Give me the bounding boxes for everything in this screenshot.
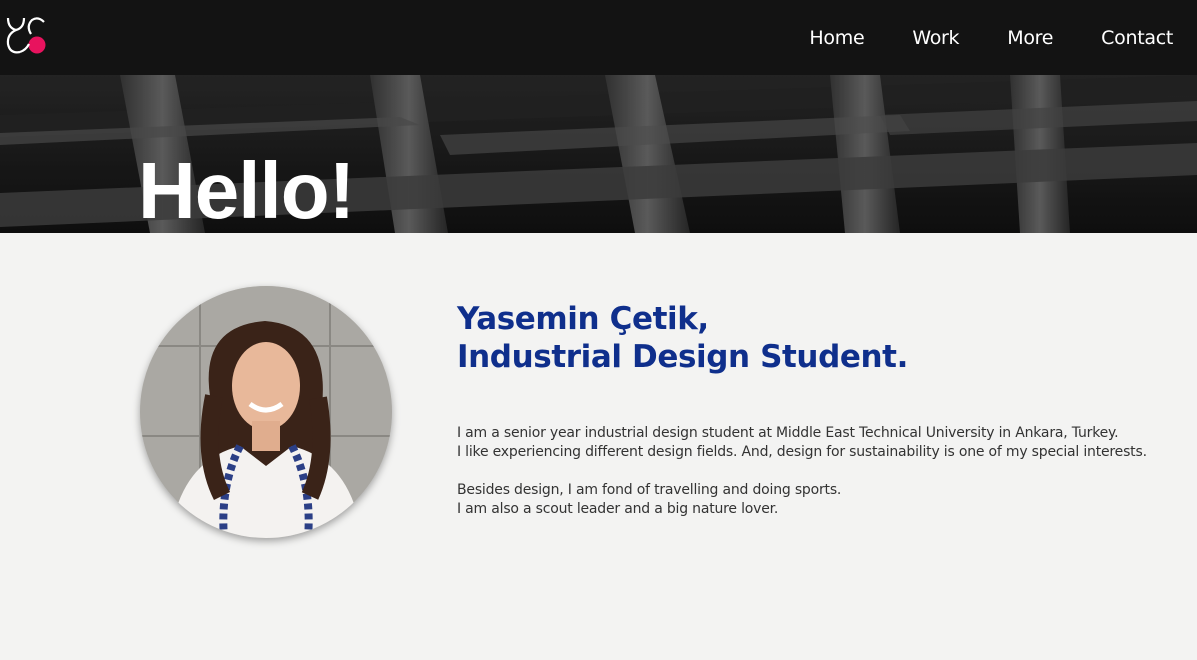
nav-link-home[interactable]: Home: [809, 27, 864, 49]
profile-heading: Yasemin Çetik, Industrial Design Student…: [457, 300, 908, 376]
main-nav: Home Work More Contact: [785, 0, 1197, 75]
yc-monogram-logo-icon[interactable]: [4, 14, 48, 58]
bio-line: I like experiencing different design fie…: [457, 444, 1147, 460]
bio-line: I am a senior year industrial design stu…: [457, 425, 1119, 441]
profile-role: Industrial Design Student.: [457, 339, 908, 375]
bio-line: Besides design, I am fond of travelling …: [457, 482, 842, 498]
profile-name: Yasemin Çetik,: [457, 301, 709, 337]
bio-paragraph-gap: [457, 462, 1157, 481]
bio-line: I am also a scout leader and a big natur…: [457, 501, 779, 517]
profile-bio: I am a senior year industrial design stu…: [457, 424, 1157, 519]
nav-link-contact[interactable]: Contact: [1101, 27, 1173, 49]
nav-link-work[interactable]: Work: [912, 27, 959, 49]
hero-title: Hello!: [138, 146, 355, 233]
nav-link-more[interactable]: More: [1007, 27, 1053, 49]
hero-banner: Hello!: [0, 75, 1197, 233]
top-navbar: Home Work More Contact: [0, 0, 1197, 75]
about-section: Yasemin Çetik, Industrial Design Student…: [0, 233, 1197, 660]
profile-photo: [140, 286, 392, 538]
